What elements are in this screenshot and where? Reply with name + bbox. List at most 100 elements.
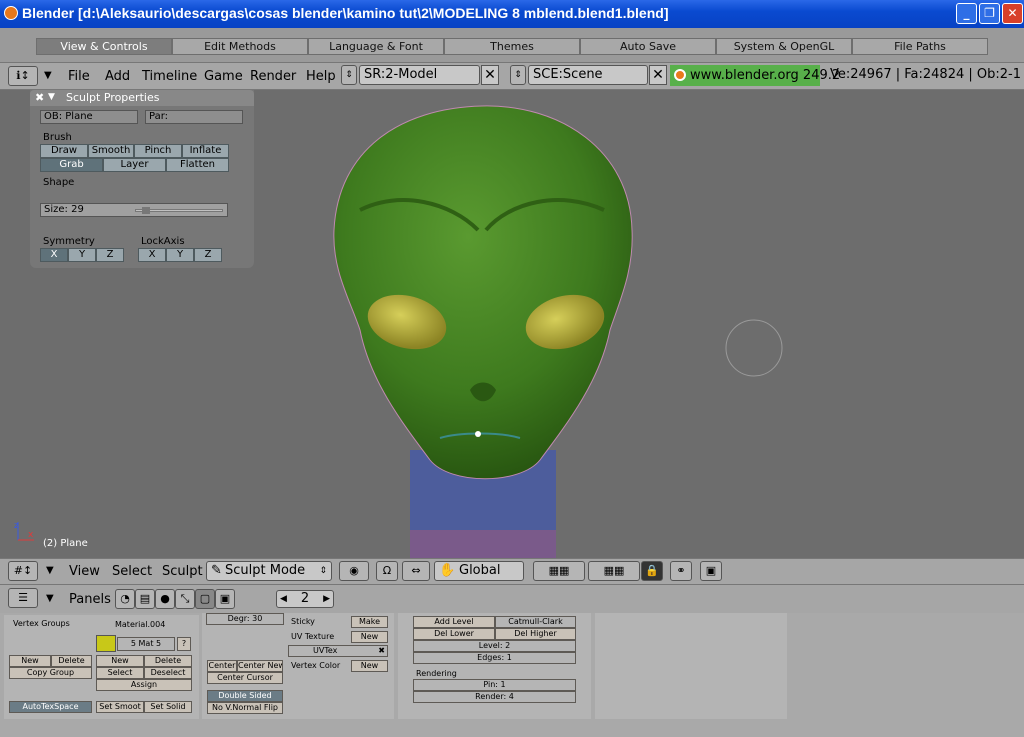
menu-help[interactable]: Help [306, 69, 336, 84]
brush-size-slider[interactable]: Size: 29 [40, 203, 228, 217]
frame-decrement-icon[interactable]: ◀ [280, 591, 287, 607]
symmetry-y-button[interactable]: Y [68, 248, 96, 262]
material-deselect-button[interactable]: Deselect [144, 667, 192, 679]
uv-texture-new-button[interactable]: New [351, 631, 388, 643]
pivot-icon[interactable]: Ω [376, 561, 398, 581]
set-smooth-button[interactable]: Set Smoot [96, 701, 144, 713]
scene-context-icon[interactable]: ▣ [215, 589, 235, 609]
brush-smooth-button[interactable]: Smooth [88, 144, 134, 158]
object-name-field[interactable]: OB: Plane [40, 110, 138, 124]
brush-inflate-button[interactable]: Inflate [182, 144, 229, 158]
lockaxis-y-button[interactable]: Y [166, 248, 194, 262]
frame-increment-icon[interactable]: ▶ [323, 591, 330, 607]
add-level-button[interactable]: Add Level [413, 616, 495, 628]
tab-edit-methods[interactable]: Edit Methods [172, 38, 308, 55]
material-color-swatch[interactable] [96, 635, 116, 652]
lock-icon[interactable]: 🔒 [641, 561, 663, 581]
brush-layer-button[interactable]: Layer [103, 158, 166, 172]
vgroup-delete-button[interactable]: Delete [51, 655, 92, 667]
set-solid-button[interactable]: Set Solid [144, 701, 192, 713]
screen-name-field[interactable]: SR:2-Model [359, 65, 480, 85]
menu-game[interactable]: Game [204, 69, 243, 84]
screen-browse-button[interactable]: ⇕ [341, 65, 357, 85]
center-new-button[interactable]: Center New [237, 660, 283, 672]
menu-render[interactable]: Render [250, 69, 296, 84]
symmetry-x-button[interactable]: X [40, 248, 68, 262]
lockaxis-x-button[interactable]: X [138, 248, 166, 262]
logic-context-icon[interactable]: ◔ [115, 589, 135, 609]
vgroup-new-button[interactable]: New [9, 655, 51, 667]
scene-name-field[interactable]: SCE:Scene [528, 65, 648, 85]
editing-context-icon[interactable]: ▢ [195, 589, 215, 609]
collapse-header-icon[interactable]: ▼ [46, 565, 54, 576]
tab-view-controls[interactable]: View & Controls [36, 38, 172, 55]
brush-flatten-button[interactable]: Flatten [166, 158, 229, 172]
brush-pinch-button[interactable]: Pinch [134, 144, 182, 158]
center-button[interactable]: Center [207, 660, 237, 672]
lockaxis-z-button[interactable]: Z [194, 248, 222, 262]
no-vnormal-flip-button[interactable]: No V.Normal Flip [207, 702, 283, 714]
close-button[interactable]: ✕ [1002, 3, 1023, 24]
copy-group-button[interactable]: Copy Group [9, 667, 92, 679]
tab-themes[interactable]: Themes [444, 38, 580, 55]
tab-file-paths[interactable]: File Paths [852, 38, 988, 55]
brush-grab-button[interactable]: Grab [40, 158, 103, 172]
material-index-field[interactable]: 5 Mat 5 [117, 637, 175, 651]
orientation-selector[interactable]: ✋ Global [434, 561, 524, 581]
sticky-make-button[interactable]: Make [351, 616, 388, 628]
render-preview-icon[interactable]: ▣ [700, 561, 722, 581]
link-icon[interactable]: ⚭ [670, 561, 692, 581]
tab-language-font[interactable]: Language & Font [308, 38, 444, 55]
menu-file[interactable]: File [68, 69, 90, 84]
material-assign-button[interactable]: Assign [96, 679, 192, 691]
menu-timeline[interactable]: Timeline [142, 69, 197, 84]
close-panel-icon[interactable]: ✖ [35, 90, 44, 105]
material-select-button[interactable]: Select [96, 667, 144, 679]
sculpt-panel-header[interactable]: ✖ ▼ Sculpt Properties [30, 90, 254, 106]
material-help-button[interactable]: ? [177, 637, 191, 651]
level-field[interactable]: Level: 2 [413, 640, 576, 652]
uvtex-delete-icon[interactable]: ✖ [378, 646, 385, 656]
double-sided-button[interactable]: Double Sided [207, 690, 283, 702]
script-context-icon[interactable]: ▤ [135, 589, 155, 609]
uvtex-layer-field[interactable]: UVTex ✖ [288, 645, 388, 657]
scene-delete-button[interactable]: ✕ [649, 65, 667, 85]
tab-auto-save[interactable]: Auto Save [580, 38, 716, 55]
del-higher-button[interactable]: Del Higher [495, 628, 576, 640]
vertex-color-new-button[interactable]: New [351, 660, 388, 672]
brush-draw-button[interactable]: Draw [40, 144, 88, 158]
object-context-icon[interactable]: ⤡ [175, 589, 195, 609]
menu-select[interactable]: Select [112, 564, 152, 579]
render-field[interactable]: Render: 4 [413, 691, 576, 703]
maximize-button[interactable]: ❐ [979, 3, 1000, 24]
editor-type-grid-icon[interactable]: #↕ [8, 561, 38, 581]
collapse-buttons-icon[interactable]: ▼ [46, 593, 54, 604]
size-slider-knob[interactable] [142, 207, 150, 214]
blender-org-banner[interactable]: www.blender.org 249.2 [670, 65, 840, 86]
pin-field[interactable]: Pin: 1 [413, 679, 576, 691]
screen-delete-button[interactable]: ✕ [481, 65, 499, 85]
collapse-panel-icon[interactable]: ▼ [48, 90, 55, 105]
shading-context-icon[interactable]: ● [155, 589, 175, 609]
buttons-window-type-icon[interactable]: ☰ [8, 588, 38, 608]
parent-field[interactable]: Par: [145, 110, 243, 124]
tab-system-opengl[interactable]: System & OpenGL [716, 38, 852, 55]
symmetry-z-button[interactable]: Z [96, 248, 124, 262]
center-cursor-button[interactable]: Center Cursor [207, 672, 283, 684]
layer-buttons-right[interactable]: ▦▦ [588, 561, 640, 581]
frame-number-field[interactable]: ◀ 2 ▶ [276, 590, 334, 608]
material-new-button[interactable]: New [96, 655, 144, 667]
shading-mode-icon[interactable]: ◉ [339, 561, 369, 581]
collapse-menu-icon[interactable]: ▼ [44, 70, 52, 81]
degr-field[interactable]: Degr: 30 [206, 613, 284, 625]
subdivision-type-select[interactable]: Catmull-Clark [495, 616, 576, 628]
layer-buttons-left[interactable]: ▦▦ [533, 561, 585, 581]
edges-field[interactable]: Edges: 1 [413, 652, 576, 664]
material-delete-button[interactable]: Delete [144, 655, 192, 667]
mode-selector[interactable]: ✎ Sculpt Mode ⇕ [206, 561, 332, 581]
transform-manipulator-icon[interactable]: ⇔ [402, 561, 430, 581]
del-lower-button[interactable]: Del Lower [413, 628, 495, 640]
info-window-type-button[interactable]: ℹ↕ [8, 66, 38, 86]
minimize-button[interactable]: _ [956, 3, 977, 24]
autotexspace-button[interactable]: AutoTexSpace [9, 701, 92, 713]
